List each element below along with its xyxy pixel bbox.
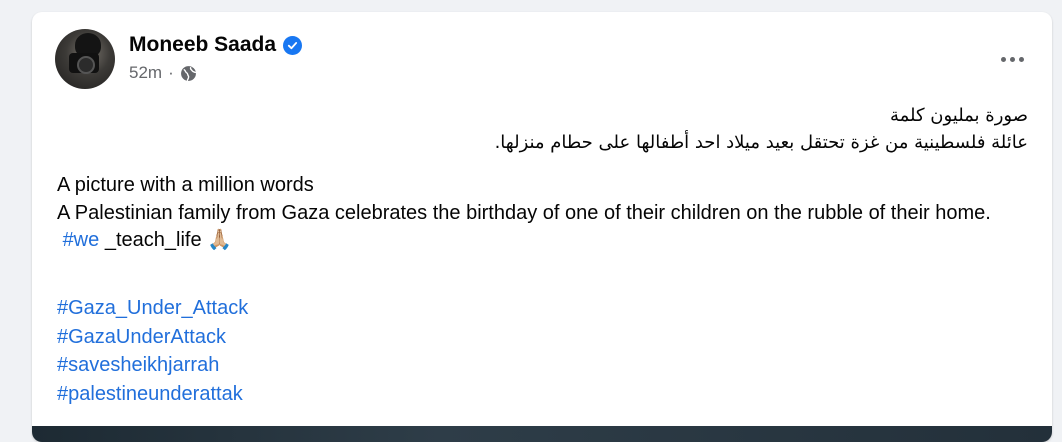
post-meta: 52m · <box>129 63 197 83</box>
more-options-dot-icon <box>1009 56 1015 62</box>
hashtag-we-link[interactable]: #we <box>63 229 100 251</box>
hashtag-link[interactable]: #savesheikhjarrah <box>57 351 248 380</box>
author-avatar[interactable] <box>55 29 115 89</box>
avatar-lens-shape <box>77 56 95 74</box>
english-line-1: A picture with a million words <box>57 174 314 196</box>
hashtag-list: #Gaza_Under_Attack #GazaUnderAttack #sav… <box>57 294 248 408</box>
post-text-english: A picture with a million words A Palesti… <box>57 172 1017 255</box>
globe-icon[interactable] <box>180 65 197 82</box>
post-timestamp[interactable]: 52m <box>129 63 162 83</box>
hashtag-link[interactable]: #GazaUnderAttack <box>57 323 248 352</box>
arabic-line-2: عائلة فلسطينية من غزة تحتقل بعيد ميلاد ا… <box>494 132 1028 153</box>
author-name[interactable]: Moneeb Saada <box>129 33 276 57</box>
hashtag-link[interactable]: #Gaza_Under_Attack <box>57 294 248 323</box>
post-card: Moneeb Saada 52m · صورة بمليون كلمة عائل… <box>32 12 1052 442</box>
meta-separator: · <box>168 63 174 82</box>
post-text-arabic: صورة بمليون كلمة عائلة فلسطينية من غزة ت… <box>88 102 1028 156</box>
verified-badge-icon <box>283 35 303 55</box>
more-options-dot-icon <box>1018 56 1024 62</box>
more-options-button[interactable] <box>994 45 1030 73</box>
teach-life-text: _teach_life 🙏🏼 <box>99 229 233 251</box>
hashtag-link[interactable]: #palestineunderattak <box>57 380 248 409</box>
hashtag-line: #we _teach_life 🙏🏼 <box>57 227 1017 255</box>
more-options-dot-icon <box>1000 56 1006 62</box>
author-row: Moneeb Saada <box>129 33 303 57</box>
arabic-line-1: صورة بمليون كلمة <box>889 105 1028 126</box>
post-photo[interactable] <box>32 426 1052 442</box>
english-line-2: A Palestinian family from Gaza celebrate… <box>57 201 991 224</box>
